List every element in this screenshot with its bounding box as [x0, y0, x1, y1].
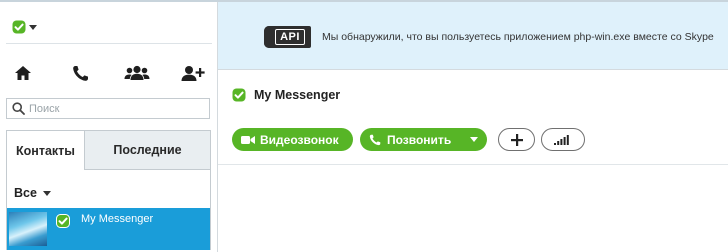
groups-button[interactable]	[121, 58, 153, 88]
search-box[interactable]	[6, 98, 210, 119]
call-quality-button[interactable]	[541, 128, 585, 151]
add-participants-button[interactable]	[498, 128, 535, 151]
call-options-dropdown[interactable]	[461, 128, 487, 151]
online-status-icon	[232, 88, 246, 102]
video-call-label: Видеозвонок	[260, 132, 339, 147]
call-label: Позвонить	[387, 132, 452, 147]
signal-strength-icon	[554, 135, 569, 145]
tab-recent[interactable]: Последние	[85, 131, 210, 170]
conversation-header: My Messenger	[232, 88, 340, 102]
calls-button[interactable]	[64, 58, 96, 88]
plus-icon	[510, 133, 523, 146]
contacts-filter-dropdown[interactable]: Все	[14, 186, 51, 200]
online-status-icon	[56, 214, 70, 228]
group-icon	[124, 65, 150, 80]
search-input[interactable]	[25, 102, 199, 115]
divider	[6, 43, 212, 44]
api-icon: API	[264, 26, 311, 48]
nav-toolbar	[0, 58, 218, 88]
tab-recent-label: Последние	[113, 143, 182, 157]
video-call-button[interactable]: Видеозвонок	[232, 128, 353, 151]
home-icon	[15, 66, 31, 80]
add-contact-button[interactable]	[177, 58, 209, 88]
banner-message: Мы обнаружили, что вы пользуетесь прилож…	[322, 31, 714, 43]
my-status-button[interactable]	[12, 18, 37, 36]
avatar	[9, 212, 47, 246]
sidebar: Контакты Последние Все My Messenger	[0, 2, 218, 252]
call-icon	[72, 65, 88, 81]
tab-contacts-label: Контакты	[16, 143, 75, 158]
home-button[interactable]	[7, 58, 39, 88]
call-icon	[369, 134, 381, 145]
api-notification-banner: API Мы обнаружили, что вы пользуетесь пр…	[218, 2, 728, 70]
chevron-down-icon	[470, 137, 478, 142]
add-contact-icon	[181, 65, 205, 81]
contacts-panel: Контакты Последние Все My Messenger	[6, 130, 211, 250]
tab-contacts[interactable]: Контакты	[7, 131, 85, 170]
video-camera-icon	[241, 135, 255, 144]
chevron-down-icon	[42, 190, 51, 196]
divider	[218, 164, 728, 165]
conversation-title: My Messenger	[254, 88, 341, 102]
chevron-down-icon	[29, 24, 37, 30]
filter-label: Все	[14, 186, 37, 200]
contact-name: My Messenger	[81, 213, 154, 225]
contact-list-item[interactable]: My Messenger	[7, 208, 210, 250]
api-badge-label: API	[275, 29, 305, 45]
online-status-icon	[12, 20, 26, 34]
call-button[interactable]: Позвонить	[360, 128, 487, 151]
search-icon	[12, 102, 25, 115]
